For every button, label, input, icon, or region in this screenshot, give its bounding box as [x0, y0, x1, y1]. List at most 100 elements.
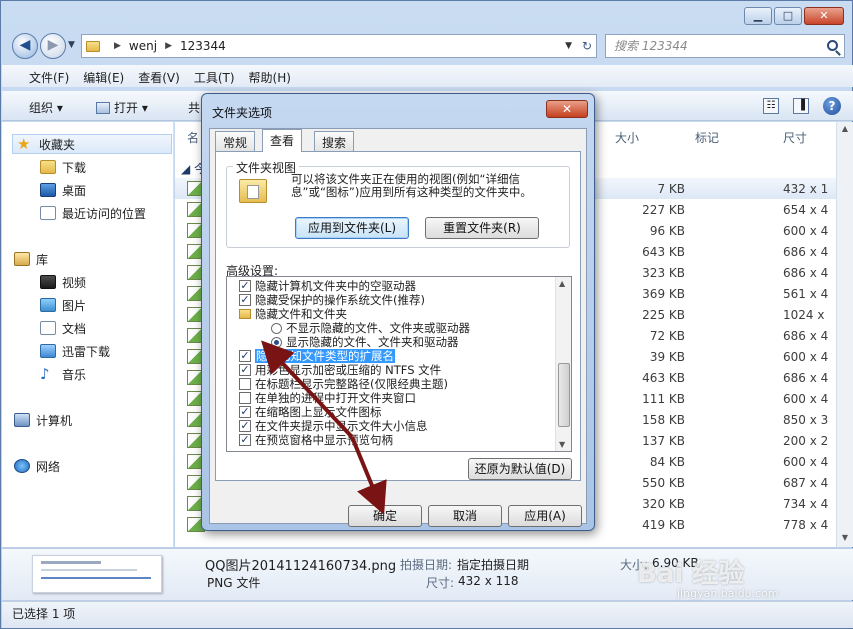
- row-size: 111 KB: [642, 392, 685, 406]
- checkbox[interactable]: ✓: [239, 420, 251, 432]
- folder-icon: [40, 160, 56, 174]
- music-icon: ♪: [40, 365, 50, 383]
- file-list-scrollbar[interactable]: ▲ ▼: [836, 122, 853, 547]
- search-icon[interactable]: [827, 40, 838, 51]
- nav-documents[interactable]: 文档: [40, 318, 86, 338]
- settings-option[interactable]: ✓ 在缩略图上显示文件图标: [239, 405, 382, 419]
- apply-to-folders-button[interactable]: 应用到文件夹(L): [295, 217, 409, 239]
- settings-option[interactable]: 在标题栏显示完整路径(仅限经典主题): [239, 377, 448, 391]
- open-button[interactable]: 打开 ▾: [96, 99, 148, 116]
- row-size: 550 KB: [642, 476, 685, 490]
- breadcrumb-123344[interactable]: 123344: [180, 39, 226, 53]
- cancel-button[interactable]: 取消: [428, 505, 502, 527]
- restore-defaults-button[interactable]: 还原为默认值(D): [468, 458, 572, 480]
- address-row: ◀ ▶ ▼ ▶ wenj ▶ 123344 ▼ ↻ 搜索 123344: [9, 31, 845, 61]
- forward-button[interactable]: ▶: [40, 33, 66, 59]
- tab-general[interactable]: 常规: [215, 131, 256, 151]
- settings-option[interactable]: 在单独的进程中打开文件夹窗口: [239, 391, 416, 405]
- view-options-icon[interactable]: ☷: [763, 98, 779, 114]
- column-size[interactable]: 大小: [615, 129, 639, 146]
- checkbox[interactable]: ✓: [239, 364, 251, 376]
- folder-icon: [239, 309, 251, 319]
- checkbox[interactable]: ✓: [239, 434, 251, 446]
- settings-option[interactable]: ✓ 用彩色显示加密或压缩的 NTFS 文件: [239, 363, 441, 377]
- menu-tools[interactable]: 工具(T): [187, 65, 242, 87]
- nav-downloads[interactable]: 下载: [40, 157, 86, 177]
- nav-videos[interactable]: 视频: [40, 272, 86, 292]
- chevron-right-icon[interactable]: ▶: [165, 41, 172, 51]
- history-dropdown-icon[interactable]: ▼: [68, 40, 75, 50]
- checkbox[interactable]: ✓: [239, 280, 251, 292]
- address-bar[interactable]: ▶ wenj ▶ 123344 ▼ ↻: [81, 34, 597, 58]
- help-icon[interactable]: ?: [823, 97, 841, 115]
- nav-label: 迅雷下载: [62, 344, 111, 359]
- settings-option[interactable]: ✓ 隐藏计算机文件夹中的空驱动器: [239, 279, 416, 293]
- option-label: 显示隐藏的文件、文件夹和驱动器: [286, 335, 459, 349]
- nav-pictures[interactable]: 图片: [40, 295, 86, 315]
- address-dropdown-icon[interactable]: ▼: [565, 41, 572, 51]
- column-tag[interactable]: 标记: [695, 129, 719, 146]
- checkbox[interactable]: [239, 392, 251, 404]
- settings-option[interactable]: 不显示隐藏的文件、文件夹或驱动器: [271, 321, 470, 335]
- settings-scrollbar[interactable]: ▲ ▼: [555, 277, 571, 451]
- nav-favorites[interactable]: ★ 收藏夹: [12, 134, 172, 154]
- checkbox[interactable]: [239, 378, 251, 390]
- nav-computer[interactable]: 计算机: [14, 410, 72, 430]
- scroll-thumb[interactable]: [558, 363, 570, 427]
- settings-option[interactable]: 隐藏文件和文件夹: [239, 307, 347, 321]
- menu-view[interactable]: 查看(V): [131, 65, 187, 87]
- option-label: 在标题栏显示完整路径(仅限经典主题): [255, 377, 448, 391]
- radio-button[interactable]: [271, 336, 282, 348]
- organize-button[interactable]: 组织 ▾: [29, 99, 63, 116]
- scroll-down-icon[interactable]: ▼: [839, 533, 851, 545]
- menu-file[interactable]: 文件(F): [22, 65, 76, 87]
- nav-desktop[interactable]: 桌面: [40, 180, 86, 200]
- dialog-close-button[interactable]: ✕: [546, 100, 588, 118]
- view-tab-panel: 文件夹视图 可以将该文件夹正在使用的视图(例如“详细信息”或“图标”)应用到所有…: [215, 151, 581, 481]
- tab-search[interactable]: 搜索: [314, 131, 355, 151]
- settings-option[interactable]: ✓ 隐藏已知文件类型的扩展名: [239, 349, 395, 363]
- settings-option[interactable]: 显示隐藏的文件、文件夹和驱动器: [271, 335, 459, 349]
- refresh-icon[interactable]: ↻: [582, 39, 592, 53]
- scroll-up-icon[interactable]: ▲: [839, 124, 851, 136]
- row-dimension: 600 x 4: [783, 350, 829, 364]
- row-dimension: 600 x 4: [783, 392, 829, 406]
- column-dimension[interactable]: 尺寸: [783, 129, 807, 146]
- preview-pane-icon[interactable]: ▐: [793, 98, 809, 114]
- nav-label: 库: [36, 252, 49, 267]
- settings-option[interactable]: ✓ 在预览窗格中显示预览句柄: [239, 433, 393, 447]
- share-button[interactable]: 共: [188, 99, 200, 116]
- radio-button[interactable]: [271, 322, 282, 334]
- nav-recent[interactable]: 最近访问的位置: [40, 203, 146, 223]
- maximize-button[interactable]: □: [774, 7, 802, 25]
- checkbox[interactable]: ✓: [239, 406, 251, 418]
- settings-option[interactable]: ✓ 隐藏受保护的操作系统文件(推荐): [239, 293, 425, 307]
- row-size: 7 KB: [657, 182, 685, 196]
- checkbox[interactable]: ✓: [239, 294, 251, 306]
- breadcrumb-wenj[interactable]: wenj: [129, 39, 157, 53]
- reset-folders-button[interactable]: 重置文件夹(R): [425, 217, 539, 239]
- scroll-up-icon[interactable]: ▲: [559, 279, 565, 288]
- column-name[interactable]: 名: [187, 129, 199, 146]
- apply-button[interactable]: 应用(A): [508, 505, 582, 527]
- row-size: 323 KB: [642, 266, 685, 280]
- nav-libraries[interactable]: 库: [14, 249, 48, 269]
- tab-view[interactable]: 查看: [262, 129, 303, 152]
- nav-xunlei[interactable]: 迅雷下载: [40, 341, 110, 361]
- row-size: 643 KB: [642, 245, 685, 259]
- menu-bar: 文件(F) 编辑(E) 查看(V) 工具(T) 帮助(H): [2, 65, 853, 87]
- close-button[interactable]: ✕: [804, 7, 844, 25]
- checkbox[interactable]: ✓: [239, 350, 251, 362]
- search-input[interactable]: 搜索 123344: [605, 34, 845, 58]
- back-button[interactable]: ◀: [12, 33, 38, 59]
- nav-music[interactable]: ♪ 音乐: [40, 364, 86, 384]
- chevron-right-icon[interactable]: ▶: [114, 41, 121, 51]
- ok-button[interactable]: 确定: [348, 505, 422, 527]
- settings-option[interactable]: ✓ 在文件夹提示中显示文件大小信息: [239, 419, 428, 433]
- menu-help[interactable]: 帮助(H): [242, 65, 298, 87]
- details-date-value[interactable]: 指定拍摄日期: [457, 556, 529, 573]
- scroll-down-icon[interactable]: ▼: [559, 440, 565, 449]
- nav-network[interactable]: 网络: [14, 456, 60, 476]
- menu-edit[interactable]: 编辑(E): [76, 65, 131, 87]
- minimize-button[interactable]: ▁: [744, 7, 772, 25]
